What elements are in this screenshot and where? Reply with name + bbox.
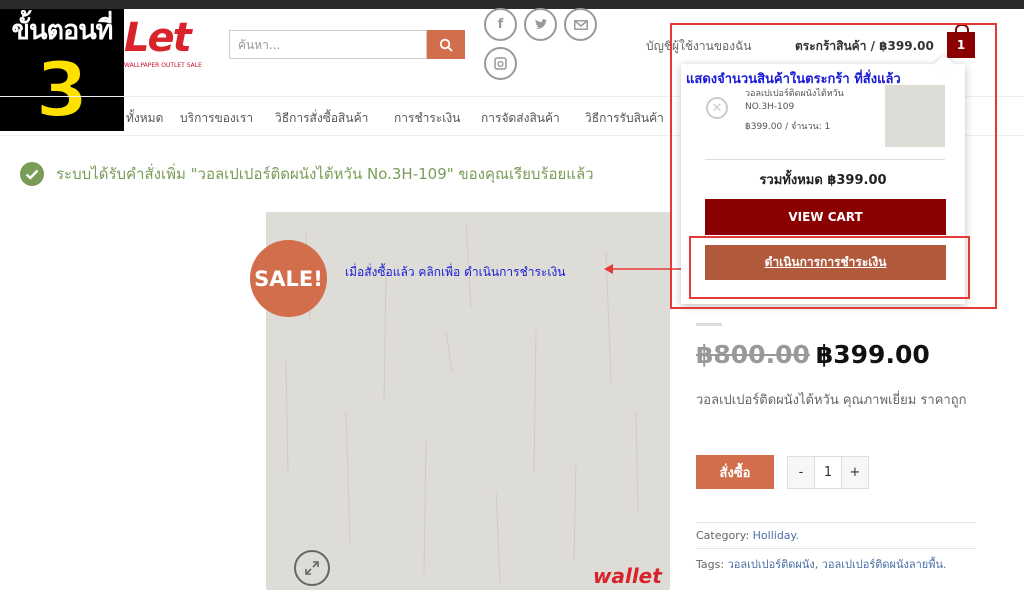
email-icon[interactable] (564, 8, 597, 41)
category-label: Category: (696, 529, 750, 542)
sale-price: ฿399.00 (815, 340, 930, 369)
quantity-minus-button[interactable]: - (788, 457, 814, 488)
meta-divider (696, 522, 976, 523)
success-notice: ระบบได้รับคำสั่งเพิ่ม "วอลเปเปอร์ติดผนัง… (20, 162, 594, 186)
sale-badge: SALE! (250, 240, 327, 317)
twitter-icon[interactable] (524, 8, 557, 41)
step-label: ขั้นตอนที่ (11, 15, 114, 46)
logo-word: Let (124, 15, 192, 61)
quantity-plus-button[interactable]: + (842, 457, 868, 488)
price-divider (696, 323, 722, 326)
nav-item-how-to-order[interactable]: วิธีการสั่งซื้อสินค้า (275, 109, 368, 128)
facebook-icon[interactable]: f (484, 8, 517, 41)
old-price: ฿800.00 (696, 340, 810, 369)
annotation-box-checkout (689, 236, 970, 299)
product-short-description: วอลเปเปอร์ติดผนังไต้หวัน คุณภาพเยี่ยม รา… (696, 393, 967, 408)
quantity-stepper: - 1 + (787, 456, 869, 489)
site-logo[interactable]: Let WALLPAPER OUTLET SALE (124, 18, 204, 78)
nav-item-shipping[interactable]: การจัดส่งสินค้า (481, 109, 560, 128)
quantity-input[interactable]: 1 (814, 457, 842, 488)
tags-label: Tags: (696, 558, 725, 571)
instagram-icon[interactable] (484, 47, 517, 80)
product-category: Category: Holliday. (696, 529, 799, 542)
meta-divider (696, 548, 976, 549)
checkout-hint-annotation: เมื่อสั่งซื้อแล้ว คลิกเพื่อ ดำเนินการชำร… (345, 265, 566, 279)
nav-item-all[interactable]: ทั้งหมด (126, 109, 163, 128)
nav-item-services[interactable]: บริการของเรา (180, 109, 253, 128)
search-button[interactable] (427, 30, 465, 59)
nav-item-payment[interactable]: การชำระเงิน (394, 109, 460, 128)
nav-item-receiving[interactable]: วิธีการรับสินค้า (585, 109, 664, 128)
category-link[interactable]: Holliday. (753, 529, 799, 542)
social-links: f (484, 8, 597, 80)
search-form (229, 30, 465, 59)
search-input[interactable] (229, 30, 427, 59)
expand-icon (305, 561, 319, 575)
add-to-cart-button[interactable]: สั่งซื้อ (696, 455, 774, 489)
logo-subtitle: WALLPAPER OUTLET SALE (124, 62, 202, 69)
product-tags: Tags: วอลเปเปอร์ติดผนัง, วอลเปเปอร์ติดผน… (696, 555, 946, 573)
tags-links[interactable]: วอลเปเปอร์ติดผนัง, วอลเปเปอร์ติดผนังลายพ… (728, 558, 947, 571)
notice-text: ระบบได้รับคำสั่งเพิ่ม "วอลเปเปอร์ติดผนัง… (56, 165, 594, 183)
zoom-button[interactable] (294, 550, 330, 586)
check-circle-icon (20, 162, 44, 186)
product-price: ฿800.00 ฿399.00 (696, 340, 930, 369)
search-icon (439, 38, 453, 52)
image-watermark: wallet (593, 564, 662, 588)
